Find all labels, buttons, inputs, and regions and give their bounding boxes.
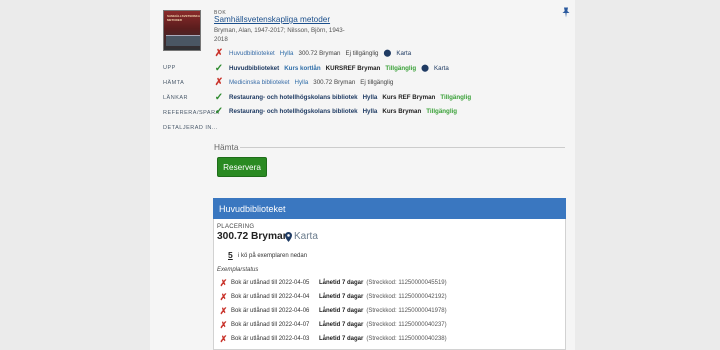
holding-row[interactable]: ✗ Huvudbiblioteket Hylla 300.72 Bryman E… — [214, 47, 411, 59]
reserve-button[interactable]: Reservera — [217, 157, 267, 177]
sidenav-get[interactable]: HÄMTA — [163, 80, 184, 86]
pin-icon[interactable] — [561, 7, 571, 18]
item-status: Bok är utlånad till 2022-04-03 — [231, 336, 310, 342]
library-detail-header: Huvudbiblioteket — [213, 198, 566, 219]
holding-library: Medicinska biblioteket — [229, 78, 290, 86]
cover-title: SAMHÄLLSVETENSKAPLIGA METODER — [167, 14, 201, 22]
item-row: ✗ Bok är utlånad till 2022-04-05 Lånetid… — [219, 277, 447, 289]
holding-row[interactable]: ✗ Medicinska biblioteket Hylla 300.72 Br… — [214, 76, 394, 88]
sidenav-up[interactable]: UPP — [163, 65, 176, 71]
item-barcode: (Streckkod: 11250000040238) — [366, 336, 447, 342]
holding-map-link[interactable]: Karta — [396, 50, 411, 57]
item-status: Bok är utlånad till 2022-04-04 — [231, 294, 310, 300]
holding-row[interactable]: ✓ Restaurang- och hotellhögskolans bibli… — [214, 91, 471, 103]
holding-callnumber: Kurs Bryman — [382, 107, 422, 115]
available-check-icon: ✓ — [214, 91, 224, 103]
item-row: ✗ Bok är utlånad till 2022-04-06 Lånetid… — [219, 305, 447, 317]
unavailable-icon: ✗ — [219, 319, 228, 330]
queue-text: i kö på exemplaren nedan — [238, 253, 308, 259]
placement-map-link[interactable]: Karta — [294, 231, 318, 242]
item-loan-period: Lånetid 7 dagar — [319, 322, 364, 328]
queue-count: 5 — [228, 250, 233, 260]
sidenav-links[interactable]: LÄNKAR — [163, 95, 188, 101]
holding-status: Ej tillgänglig — [360, 78, 394, 86]
holding-library: Restaurang- och hotellhögskolans bibliot… — [229, 107, 358, 115]
holding-status: Ej tillgänglig — [345, 49, 379, 57]
placement-value: 300.72 Bryman — [217, 231, 289, 242]
item-row: ✗ Bok är utlånad till 2022-04-03 Lånetid… — [219, 333, 447, 345]
holding-library: Huvudbiblioteket — [229, 64, 280, 72]
holding-status: Tillgänglig — [426, 107, 458, 115]
sidenav-cite[interactable]: REFERERA/SPARA — [163, 110, 220, 116]
holding-location: Kurs kortlån — [284, 64, 321, 72]
item-barcode: (Streckkod: 11250000045519) — [366, 280, 447, 286]
holding-location: Hylla — [294, 78, 309, 86]
holding-status: Tillgänglig — [385, 64, 417, 72]
book-cover-image[interactable]: SAMHÄLLSVETENSKAPLIGA METODER — [163, 10, 201, 51]
item-status: Bok är utlånad till 2022-04-05 — [231, 280, 310, 286]
holding-callnumber: 300.72 Bryman — [298, 49, 341, 57]
holding-location: Hylla — [362, 107, 378, 115]
holding-row[interactable]: ✓ Restaurang- och hotellhögskolans bibli… — [214, 105, 457, 117]
holding-location: Hylla — [279, 49, 294, 57]
record-author: Bryman, Alan, 1947-2017; Nilsson, Björn,… — [214, 27, 345, 43]
map-marker-icon: ⬤ — [421, 65, 429, 72]
holding-callnumber: Kurs REF Bryman — [382, 93, 436, 101]
item-loan-period: Lånetid 7 dagar — [319, 308, 364, 314]
unavailable-icon: ✗ — [219, 291, 228, 302]
section-divider — [240, 147, 565, 148]
holding-library: Restaurang- och hotellhögskolans bibliot… — [229, 93, 358, 101]
unavailable-icon: ✗ — [214, 76, 224, 88]
unavailable-icon: ✗ — [219, 277, 228, 288]
available-check-icon: ✓ — [214, 105, 224, 117]
unavailable-icon: ✗ — [219, 305, 228, 316]
holding-callnumber: KURSREF Bryman — [325, 64, 381, 72]
holding-location: Hylla — [362, 93, 378, 101]
holding-callnumber: 300.72 Bryman — [313, 78, 356, 86]
cover-photo — [166, 35, 200, 46]
item-barcode: (Streckkod: 11250000042192) — [366, 294, 447, 300]
available-check-icon: ✓ — [214, 62, 224, 74]
get-heading: Hämta — [214, 142, 239, 152]
map-marker-icon: ⬤ — [383, 50, 392, 57]
item-barcode: (Streckkod: 11250000041978) — [366, 308, 447, 314]
item-loan-period: Lånetid 7 dagar — [319, 336, 364, 342]
holding-status: Tillgänglig — [440, 93, 472, 101]
record-title-link[interactable]: Samhällsvetenskapliga metoder — [214, 15, 330, 24]
map-marker-icon — [285, 232, 292, 244]
holding-library: Huvudbiblioteket — [229, 49, 275, 57]
placement-label: PLACERING — [217, 224, 255, 230]
unavailable-icon: ✗ — [219, 333, 228, 344]
item-status: Bok är utlånad till 2022-04-06 — [231, 308, 310, 314]
sidenav-details[interactable]: DETALJERAD IN... — [163, 125, 218, 131]
items-status-label: Exemplarstatus — [217, 267, 259, 273]
holding-map-link[interactable]: Karta — [434, 65, 449, 72]
item-status: Bok är utlånad till 2022-04-07 — [231, 322, 310, 328]
unavailable-icon: ✗ — [214, 47, 224, 59]
item-loan-period: Lånetid 7 dagar — [319, 280, 364, 286]
item-row: ✗ Bok är utlånad till 2022-04-04 Lånetid… — [219, 291, 447, 303]
item-barcode: (Streckkod: 11250000040237) — [366, 322, 447, 328]
holding-row[interactable]: ✓ Huvudbiblioteket Kurs kortlån KURSREF … — [214, 62, 449, 74]
item-loan-period: Lånetid 7 dagar — [319, 294, 364, 300]
item-row: ✗ Bok är utlånad till 2022-04-07 Lånetid… — [219, 319, 447, 331]
